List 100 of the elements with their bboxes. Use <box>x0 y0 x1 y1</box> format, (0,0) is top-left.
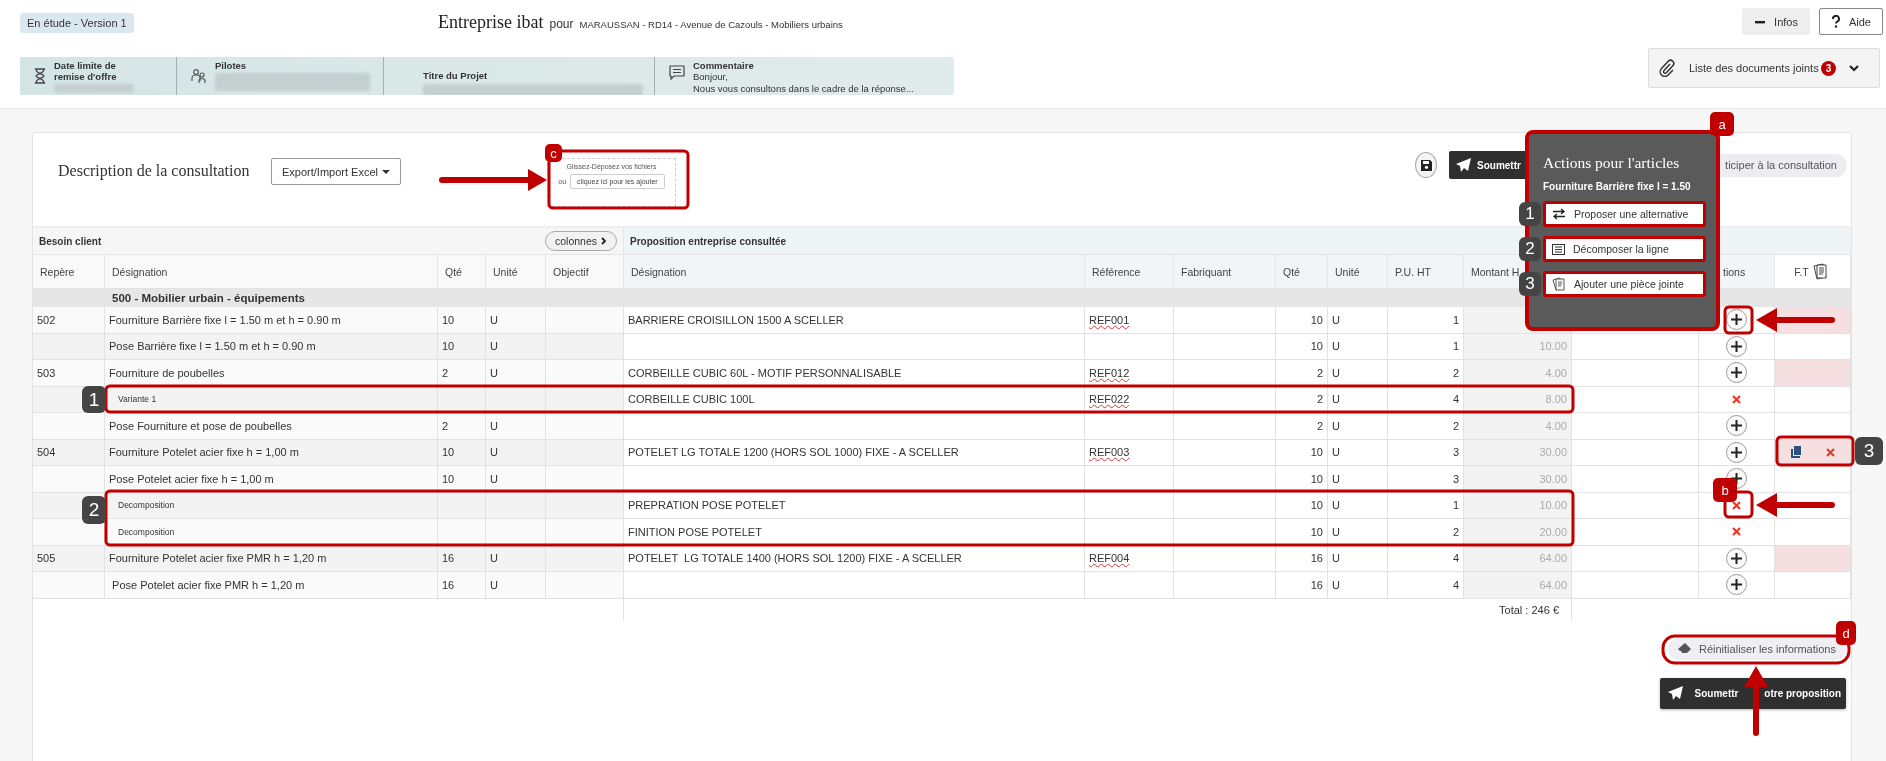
table-cell: Fourniture Barrière fixe l = 1.50 m et h = 0.90 m <box>105 307 438 334</box>
popup-title: Actions pour l'articles <box>1543 154 1681 172</box>
table-cell: Pose Fourniture et pose de poubelles <box>105 413 438 440</box>
table-cell: 2 <box>438 360 486 387</box>
table-cell: U <box>486 572 546 599</box>
table-cell: U <box>1328 413 1388 440</box>
column-label: Repère <box>40 265 75 278</box>
callout-badge: c <box>545 144 562 162</box>
table-cell: 30.00 <box>1464 466 1572 493</box>
table-cell: 16 <box>1276 572 1328 599</box>
table-cell: 2 <box>1276 413 1328 440</box>
table-cell: 10 <box>438 333 486 360</box>
table-cell: U <box>486 333 546 360</box>
documents-label: Liste des documents joints <box>1689 62 1819 74</box>
table-cell: 10 <box>1276 492 1328 519</box>
table-cell: 2 <box>1388 413 1464 440</box>
column-label: Désignation <box>631 265 687 278</box>
column-label: Unité <box>1335 265 1360 278</box>
table-cell: Pose Potelet acier fixe PMR h = 1,20 m <box>105 572 438 599</box>
comment-line: Nous vous consultons dans le cadre de la réponse... <box>693 83 914 95</box>
table-cell: Fourniture Potelet acier fixe h = 1,00 m <box>105 439 438 466</box>
column-label: tions <box>1723 265 1746 278</box>
table-cell: 3 <box>1388 466 1464 493</box>
title-preposition: pour <box>549 17 574 31</box>
table-cell: U <box>1328 572 1388 599</box>
callout-badge: 2 <box>82 496 106 524</box>
table-cell: PREPRATION POSE POTELET <box>624 492 1085 519</box>
company-name: Entreprise ibat <box>438 12 544 33</box>
table-cell: U <box>1328 333 1388 360</box>
group-label: Besoin client <box>39 235 102 247</box>
table-cell: 16 <box>1276 545 1328 572</box>
table-cell: U <box>1328 492 1388 519</box>
table-cell: 10 <box>1276 466 1328 493</box>
section-heading: 500 - Mobilier urbain - équipements <box>111 291 306 306</box>
table-cell: REF001 <box>1085 307 1174 334</box>
table-cell: 4.00 <box>1464 413 1572 440</box>
step-badge: 2 <box>1519 237 1541 261</box>
callout-badge: 3 <box>1855 437 1883 465</box>
column-label: Montant H <box>1471 265 1520 278</box>
table-cell: 503 <box>33 360 105 387</box>
column-label: Fabriquant <box>1181 265 1232 278</box>
column-label: Qté <box>1283 265 1300 278</box>
count-badge: 3 <box>1820 60 1837 76</box>
column-label: Qté <box>445 265 462 278</box>
callout-badge: a <box>1710 112 1734 136</box>
table-cell: 3 <box>1388 439 1464 466</box>
table-cell: 2 <box>438 413 486 440</box>
table-cell: Fourniture Potelet acier fixe PMR h = 1,20 m <box>105 545 438 572</box>
table-cell: 16 <box>438 572 486 599</box>
table-cell: 10.00 <box>1464 492 1572 519</box>
info-label: Pilotes <box>215 60 248 71</box>
table-cell: 4.00 <box>1464 360 1572 387</box>
table-cell: 20.00 <box>1464 519 1572 546</box>
table-cell: 10 <box>1276 333 1328 360</box>
comment-line: Bonjour, <box>693 71 729 83</box>
table-cell: U <box>486 413 546 440</box>
table-cell: BARRIERE CROISILLON 1500 A SCELLER <box>624 307 1085 334</box>
table-cell: 64.00 <box>1464 545 1572 572</box>
info-label: Date limite de remise d'offre <box>54 60 118 82</box>
table-cell: 505 <box>33 545 105 572</box>
status-badge: En étude - Version 1 <box>20 13 134 33</box>
table-cell: U <box>1328 466 1388 493</box>
table-cell: 1 <box>1388 307 1464 334</box>
table-cell: 10 <box>438 307 486 334</box>
table-cell: Pose Potelet acier fixe h = 1,00 m <box>105 466 438 493</box>
table-cell: 64.00 <box>1464 572 1572 599</box>
table-cell: 10 <box>438 466 486 493</box>
table-cell: Pose Barrière fixe l = 1.50 m et h = 0.90 m <box>105 333 438 360</box>
column-label: Référence <box>1092 265 1141 278</box>
table-cell: U <box>486 307 546 334</box>
table-cell: 16 <box>438 545 486 572</box>
popup-subtitle: Fourniture Barrière fixe l = 1.50 <box>1543 181 1692 192</box>
table-cell: POTELET LG TOTALE 1200 (HORS SOL 1000) FIXE - A SCELLER <box>624 439 1085 466</box>
step-badge: 3 <box>1519 272 1541 296</box>
table-cell: U <box>1328 439 1388 466</box>
column-label: F.T <box>1794 265 1809 278</box>
table-cell: 1 <box>1388 492 1464 519</box>
table-cell: 10.00 <box>1464 333 1572 360</box>
table-cell: 4 <box>1388 572 1464 599</box>
callout-badge: b <box>1713 478 1737 502</box>
table-cell: U <box>486 545 546 572</box>
table-cell: 4 <box>1388 545 1464 572</box>
table-cell: POTELET LG TOTALE 1400 (HORS SOL 1200) FIXE - A SCELLER <box>624 545 1085 572</box>
column-label: Objectif <box>553 265 589 278</box>
total-amount: Total : 246 € <box>624 598 1572 621</box>
table-cell: Fourniture de poubelles <box>105 360 438 387</box>
column-label: P.U. HT <box>1395 265 1431 278</box>
table-cell: 504 <box>33 439 105 466</box>
table-cell: Decomposition <box>105 519 438 546</box>
info-label: Commentaire <box>693 60 755 71</box>
table-cell: Decomposition <box>105 492 438 519</box>
table-cell: 10 <box>1276 307 1328 334</box>
table-cell: 30.00 <box>1464 439 1572 466</box>
callout-badge: 1 <box>82 386 106 413</box>
info-label: Titre du Projet <box>423 70 489 81</box>
column-label: Unité <box>493 265 518 278</box>
callout-badge: d <box>1836 621 1856 645</box>
table-cell: U <box>486 360 546 387</box>
table-cell: REF003 <box>1085 439 1174 466</box>
table-cell: REF004 <box>1085 545 1174 572</box>
